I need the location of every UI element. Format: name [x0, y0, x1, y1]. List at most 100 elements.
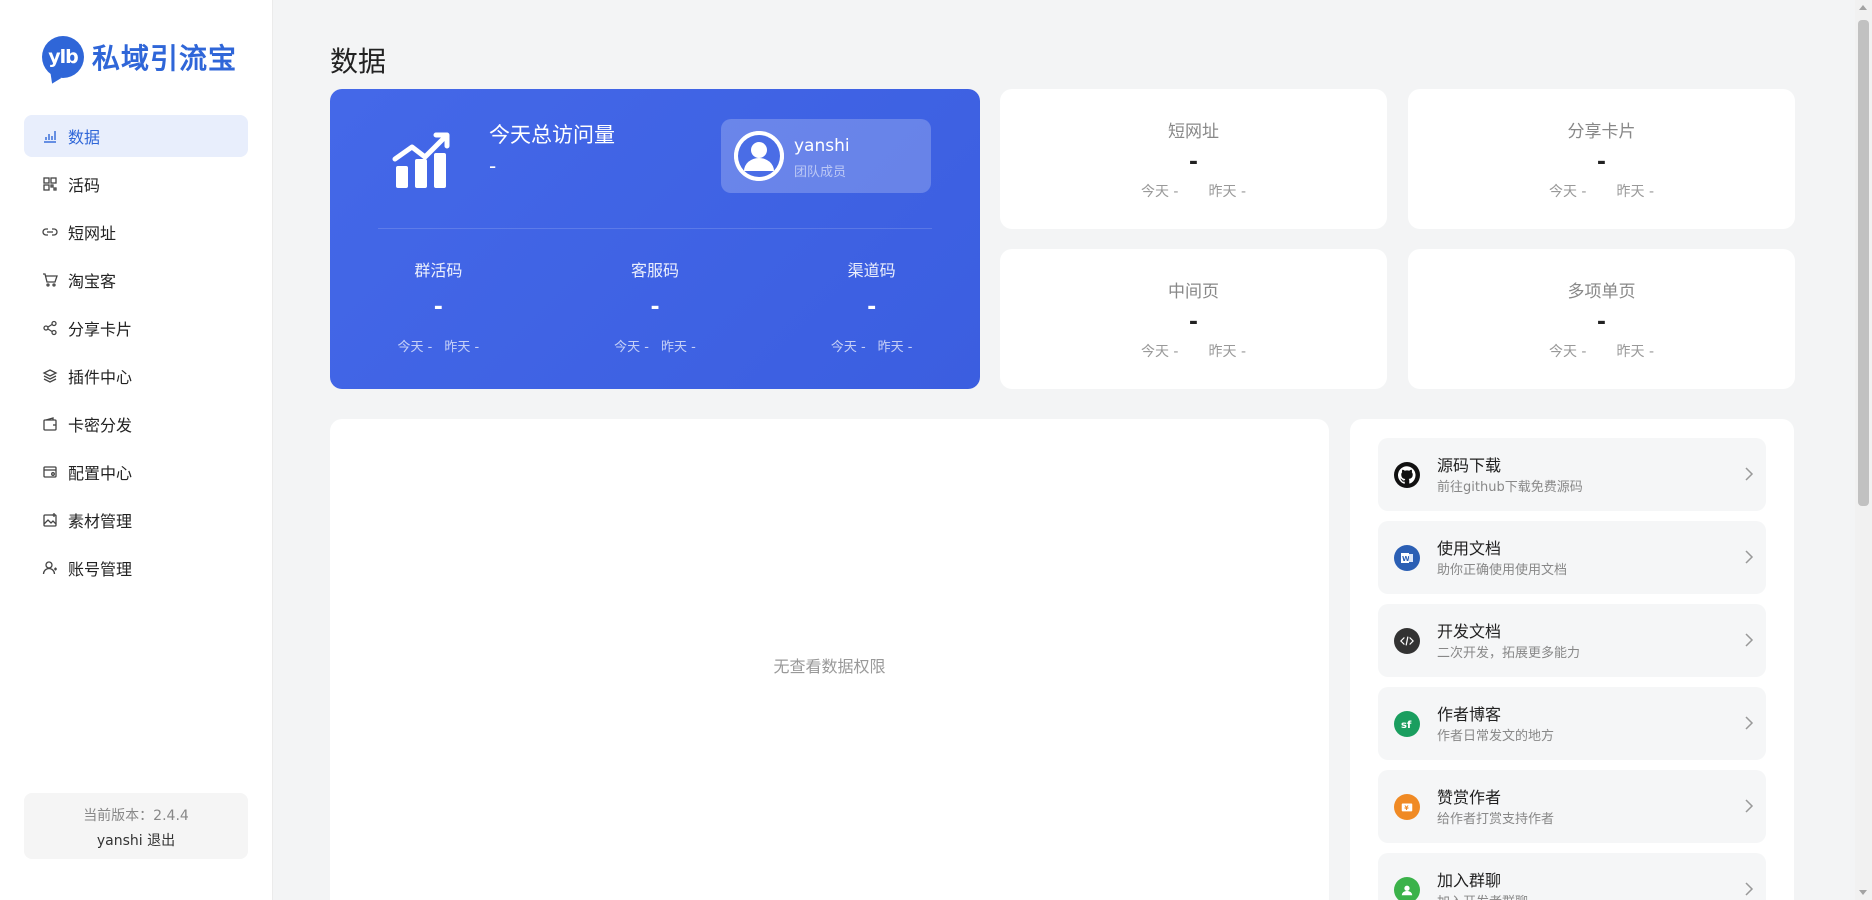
link-author-blog[interactable]: sf 作者博客 作者日常发文的地方 — [1378, 687, 1766, 760]
share-icon — [42, 320, 58, 336]
stat-card-middlepage[interactable]: 中间页 - 今天 - 昨天 - — [1000, 249, 1387, 389]
link-icon — [42, 224, 58, 240]
chevron-right-icon — [1745, 550, 1754, 564]
stat-sub: 今天 - 昨天 - — [1408, 181, 1795, 201]
hero-stat-group-code[interactable]: 群活码 - 今天 - 昨天 - — [330, 257, 547, 355]
svg-text:sf: sf — [1401, 720, 1412, 731]
link-title: 作者博客 — [1437, 705, 1502, 724]
hero-stats: 群活码 - 今天 - 昨天 - 客服码 - 今天 - 昨天 - 渠道码 - 今天 -… — [330, 257, 980, 355]
link-dev-docs[interactable]: 开发文档 二次开发，拓展更多能力 — [1378, 604, 1766, 677]
sidebar-item-label: 分享卡片 — [68, 320, 133, 339]
chevron-right-icon — [1745, 882, 1754, 896]
link-join-group[interactable]: 加入群聊 加入开发者群聊 — [1378, 853, 1766, 900]
link-title: 使用文档 — [1437, 539, 1502, 558]
sidebar-item-plugins[interactable]: 插件中心 — [24, 355, 248, 397]
stat-sub: 今天 - 昨天 - — [1000, 341, 1387, 361]
sidebar-item-label: 数据 — [68, 128, 101, 147]
config-icon — [42, 464, 58, 480]
trending-chart-icon — [392, 132, 450, 188]
grid-icon — [42, 176, 58, 192]
stat-yesterday: 昨天 - — [1616, 184, 1655, 200]
hero-stat-yesterday: 昨天 - — [661, 340, 696, 355]
svg-text:¥: ¥ — [1404, 805, 1409, 812]
sidebar-item-config[interactable]: 配置中心 — [24, 451, 248, 493]
logo-text: 私域引流宝 — [92, 42, 238, 75]
word-doc-icon: W — [1394, 545, 1420, 571]
chevron-right-icon — [1745, 716, 1754, 730]
stat-today: 今天 - — [1140, 344, 1179, 360]
sidebar-item-data[interactable]: 数据 — [24, 115, 248, 157]
stat-value: - — [1188, 150, 1199, 175]
sidebar-item-label: 活码 — [68, 176, 101, 195]
hero-divider — [378, 228, 932, 229]
chevron-right-icon — [1745, 633, 1754, 647]
hero-title: 今天总访问量 — [489, 123, 615, 147]
stat-label: 多项单页 — [1567, 282, 1636, 302]
sidebar-item-materials[interactable]: 素材管理 — [24, 499, 248, 541]
group-chat-icon — [1394, 877, 1420, 900]
chart-icon — [42, 128, 58, 144]
link-title: 赞赏作者 — [1437, 788, 1502, 807]
sidebar-item-livecode[interactable]: 活码 — [24, 163, 248, 205]
sidebar-item-accounts[interactable]: 账号管理 — [24, 547, 248, 589]
link-reward-author[interactable]: ¥ 赞赏作者 给作者打赏支持作者 — [1378, 770, 1766, 843]
stat-card-shorturl[interactable]: 短网址 - 今天 - 昨天 - — [1000, 89, 1387, 229]
stat-value: - — [1596, 310, 1607, 335]
empty-state-text: 无查看数据权限 — [773, 657, 886, 676]
segmentfault-icon: sf — [1394, 711, 1420, 737]
sidebar-item-label: 卡密分发 — [68, 416, 133, 435]
stat-sub: 今天 - 昨天 - — [1000, 181, 1387, 201]
wallet-icon — [42, 416, 58, 432]
hero-user-name: yanshi — [794, 136, 850, 156]
stat-yesterday: 昨天 - — [1616, 344, 1655, 360]
user-icon — [42, 560, 58, 576]
hero-value: - — [489, 154, 497, 178]
hero-user-card[interactable]: yanshi 团队成员 — [721, 119, 931, 193]
logout-link[interactable]: 退出 — [147, 833, 175, 849]
hero-stat-value: - — [433, 295, 443, 320]
code-icon — [1394, 628, 1420, 654]
app-logo[interactable]: ylb 私域引流宝 — [42, 36, 237, 78]
chevron-right-icon — [1745, 467, 1754, 481]
scrollbar-thumb[interactable] — [1858, 20, 1869, 506]
sidebar-item-label: 配置中心 — [68, 464, 133, 483]
stat-today: 今天 - — [1140, 184, 1179, 200]
sidebar-item-taobaoke[interactable]: 淘宝客 — [24, 259, 248, 301]
stat-sub: 今天 - 昨天 - — [1408, 341, 1795, 361]
hero-stat-today: 今天 - — [397, 340, 433, 355]
scroll-down-icon[interactable] — [1859, 890, 1867, 895]
scroll-up-icon[interactable] — [1859, 5, 1867, 10]
link-desc: 给作者打赏支持作者 — [1437, 812, 1555, 827]
sidebar-item-shorturl[interactable]: 短网址 — [24, 211, 248, 253]
link-user-docs[interactable]: W 使用文档 助你正确使用使用文档 — [1378, 521, 1766, 594]
current-username: yanshi — [96, 833, 143, 849]
image-icon — [42, 512, 58, 528]
link-source-download[interactable]: 源码下载 前往github下载免费源码 — [1378, 438, 1766, 511]
link-title: 开发文档 — [1437, 622, 1502, 641]
avatar — [734, 131, 784, 181]
version-box: 当前版本：2.4.4 yanshi 退出 — [24, 793, 248, 859]
hero-stat-sub: 今天 - 昨天 - — [763, 336, 980, 355]
sidebar-item-cardkey[interactable]: 卡密分发 — [24, 403, 248, 445]
layers-icon — [42, 368, 58, 384]
hero-user-role: 团队成员 — [794, 165, 847, 180]
sidebar-item-label: 淘宝客 — [68, 272, 117, 291]
stat-today: 今天 - — [1548, 184, 1587, 200]
data-chart-panel: 无查看数据权限 — [330, 419, 1329, 900]
hero-stat-yesterday: 昨天 - — [877, 340, 913, 355]
page-scrollbar[interactable] — [1855, 0, 1872, 900]
stat-label: 分享卡片 — [1567, 122, 1636, 142]
stat-card-multipage[interactable]: 多项单页 - 今天 - 昨天 - — [1408, 249, 1795, 389]
cart-icon — [42, 272, 58, 288]
hero-stat-channel-code[interactable]: 渠道码 - 今天 - 昨天 - — [763, 257, 980, 355]
total-visits-card: 今天总访问量 - yanshi 团队成员 群活码 - 今天 - 昨天 - 客服码 … — [330, 89, 980, 389]
hero-stat-service-code[interactable]: 客服码 - 今天 - 昨天 - — [547, 257, 764, 355]
sidebar-item-label: 账号管理 — [68, 560, 133, 579]
stat-card-sharecard[interactable]: 分享卡片 - 今天 - 昨天 - — [1408, 89, 1795, 229]
hero-stat-label: 客服码 — [631, 261, 680, 280]
sidebar-item-sharecard[interactable]: 分享卡片 — [24, 307, 248, 349]
quick-links-panel: 源码下载 前往github下载免费源码 W 使用文档 助你正确使用使用文档 开发… — [1350, 419, 1794, 900]
logo-badge: ylb — [42, 36, 84, 78]
sidebar-item-label: 素材管理 — [68, 512, 133, 531]
link-title: 加入群聊 — [1437, 871, 1502, 890]
